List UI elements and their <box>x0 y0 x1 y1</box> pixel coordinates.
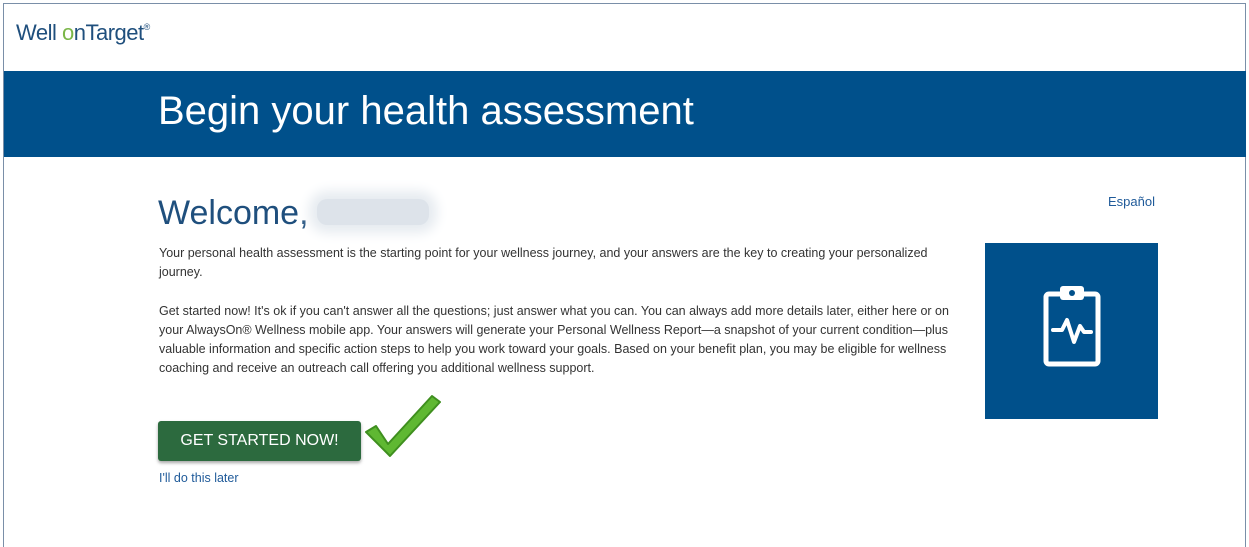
redacted-user-name <box>316 199 429 226</box>
welcome-label: Welcome, <box>158 194 309 232</box>
page-title: Begin your health assessment <box>158 89 694 133</box>
do-later-link[interactable]: I'll do this later <box>159 471 239 485</box>
logo-text-on-o: o <box>62 20 74 45</box>
green-checkmark-icon <box>365 395 441 457</box>
details-paragraph: Get started now! It's ok if you can't an… <box>159 304 949 375</box>
brand-logo[interactable]: Well onTarget® <box>16 20 150 46</box>
logo-text-well: Well <box>16 20 62 45</box>
language-link-espanol[interactable]: Español <box>1108 194 1155 209</box>
page-banner: Begin your health assessment <box>4 71 1246 157</box>
logo-registered-mark: ® <box>143 22 151 32</box>
intro-paragraph: Your personal health assessment is the s… <box>159 246 928 279</box>
logo-text-target: Target <box>85 20 145 45</box>
logo-text-on-n: n <box>73 20 86 45</box>
get-started-button[interactable]: GET STARTED NOW! <box>158 421 361 461</box>
welcome-heading: Welcome, <box>158 194 429 233</box>
clipboard-heartbeat-icon <box>1043 286 1101 367</box>
assessment-icon-tile <box>985 243 1158 419</box>
